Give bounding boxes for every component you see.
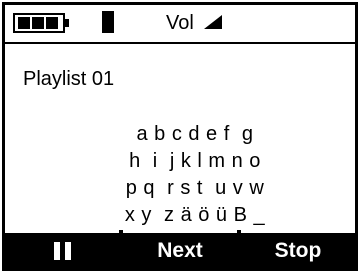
device-screen: Vol Playlist 01 a b c d e f g h i j k l … (2, 2, 358, 271)
status-bar: Vol (5, 5, 355, 44)
playlist-title: Playlist 01 (23, 68, 115, 90)
keypad-row-2[interactable]: h i j k l m n o (105, 148, 285, 175)
stop-button[interactable]: Stop (241, 230, 355, 268)
next-button[interactable]: Next (123, 230, 237, 268)
battery-icon (13, 13, 69, 33)
keypad-row-1[interactable]: a b c d e f g (105, 121, 285, 148)
volume-label: Vol (166, 12, 194, 34)
pause-icon (53, 241, 71, 260)
volume-triangle-icon (204, 15, 222, 29)
keypad-row-4[interactable]: x y z ä ö ü B _ (105, 202, 285, 229)
keypad-row-3[interactable]: p q r s t u v w (105, 175, 285, 202)
softkey-bar: Next Stop (5, 230, 355, 268)
character-keypad[interactable]: a b c d e f g h i j k l m n o p q r s t … (105, 121, 285, 229)
pause-button[interactable] (5, 230, 119, 268)
status-divider (5, 42, 355, 44)
signal-bar-icon (102, 11, 114, 33)
